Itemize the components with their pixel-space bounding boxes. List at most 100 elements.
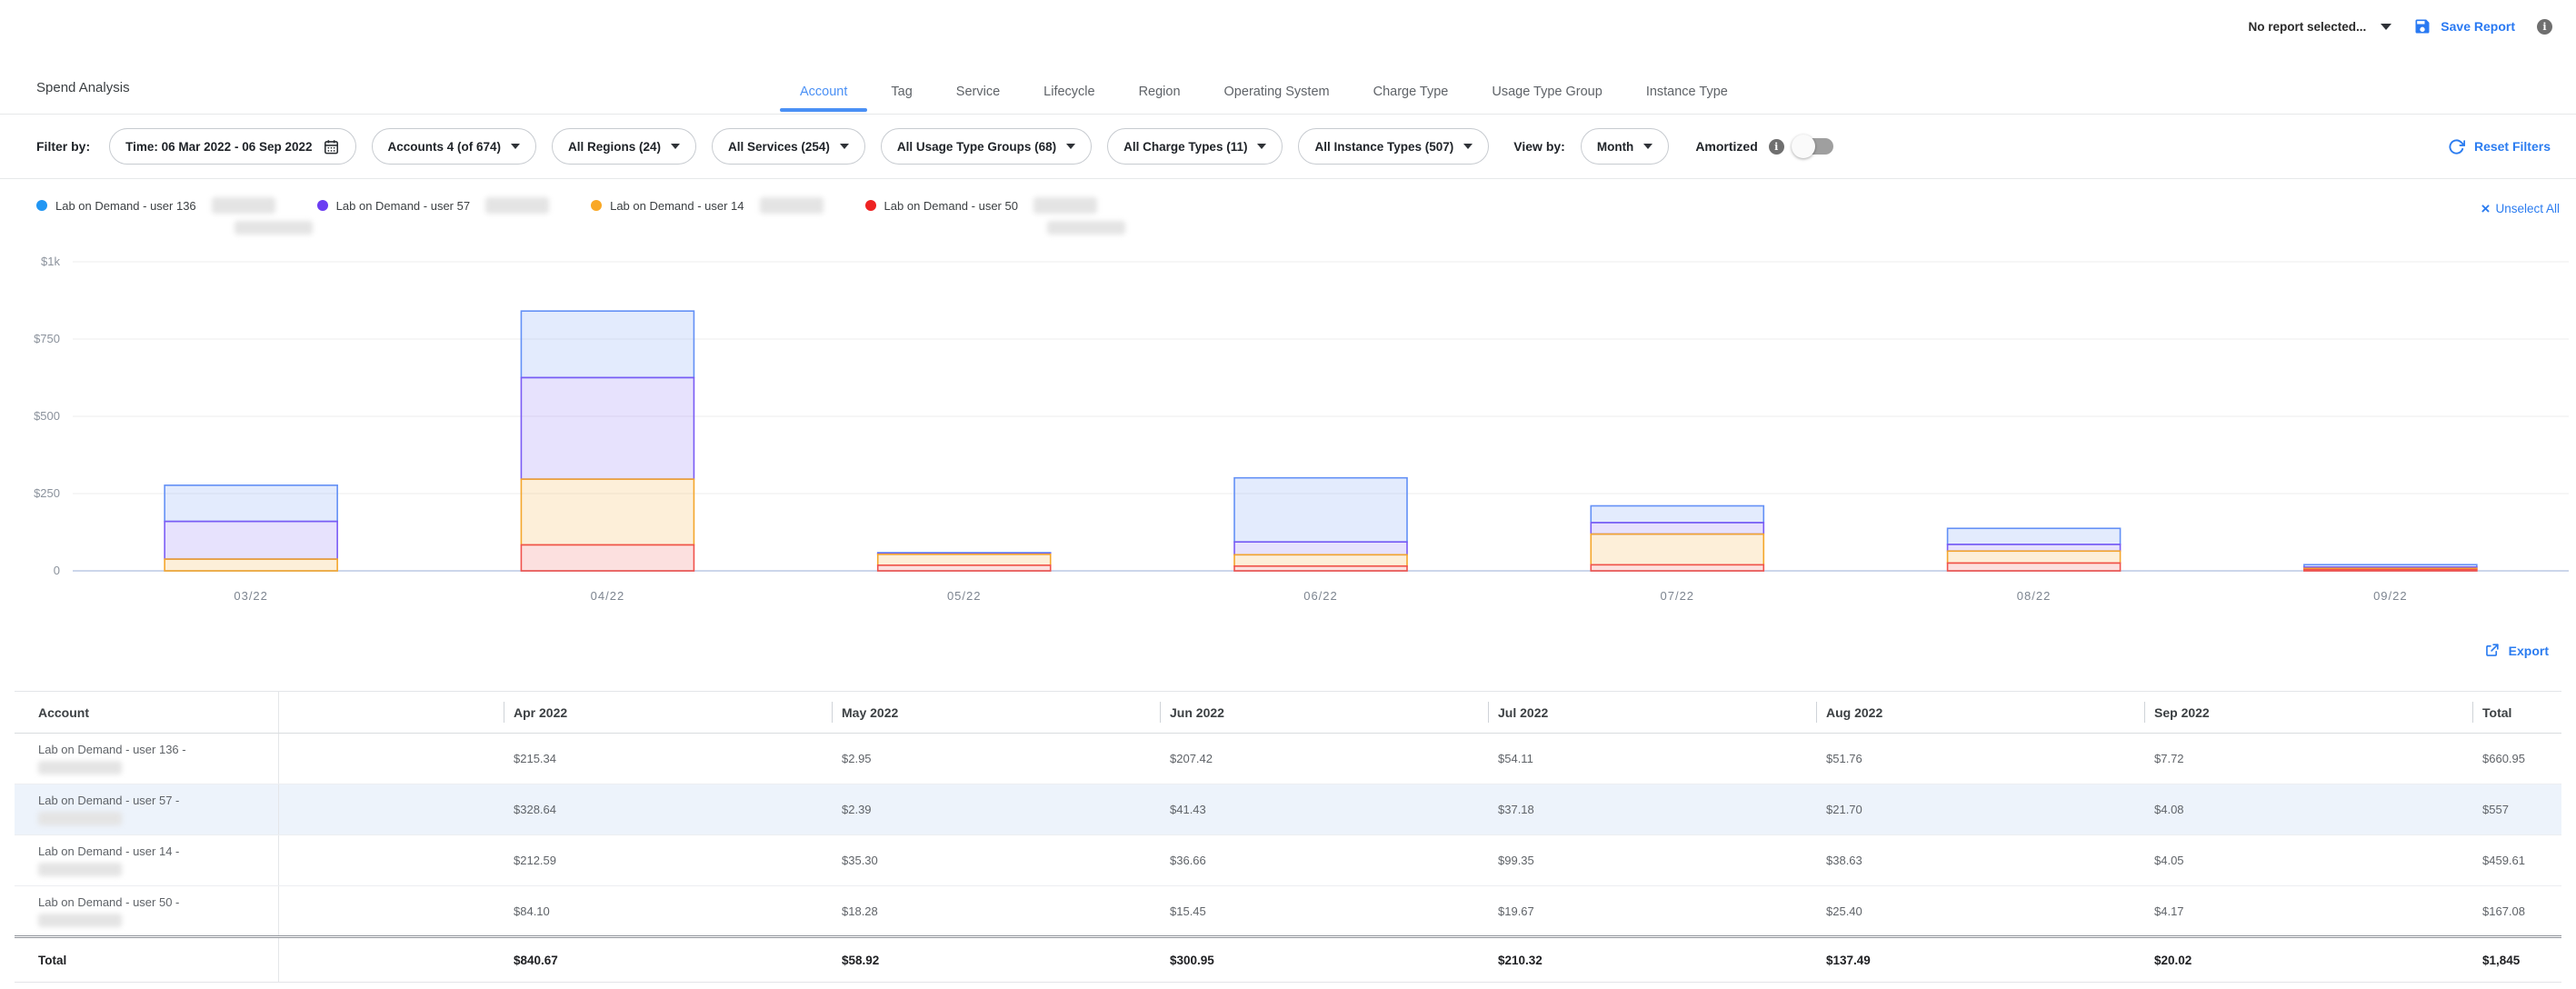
tab-operating-system[interactable]: Operating System [1203,85,1352,114]
header-row: Spend Analysis Account Tag Service Lifec… [0,53,2576,115]
tab-instance-type[interactable]: Instance Type [1624,85,1750,114]
total-value: $210.32 [1488,937,1816,983]
bar-segment[interactable] [1591,505,1763,522]
bar-segment[interactable] [1234,554,1407,565]
column-header-sep[interactable]: Sep 2022 [2144,692,2472,734]
value-cell: $15.45 [1160,886,1488,937]
account-cell: Lab on Demand - user 14 - [15,835,278,886]
column-header-jun[interactable]: Jun 2022 [1160,692,1488,734]
account-cell: Lab on Demand - user 57 - [15,784,278,835]
table-row[interactable]: Lab on Demand - user 50 -$84.10$18.28$15… [15,886,2561,937]
column-header-aug[interactable]: Aug 2022 [1816,692,2144,734]
bar-segment[interactable] [521,377,694,479]
bar-segment[interactable] [878,565,1051,571]
report-selector-dropdown[interactable]: No report selected... [2249,20,2392,34]
legend-item[interactable]: Lab on Demand - user 57 [317,197,549,214]
bar-segment[interactable] [1948,528,2121,544]
regions-filter-pill[interactable]: All Regions (24) [552,128,696,165]
export-button[interactable]: Export [2483,642,2549,659]
account-name: Lab on Demand - user 50 - [38,895,278,910]
value-cell: $36.66 [1160,835,1488,886]
y-tick-label: $500 [34,409,60,423]
redacted-text [1033,197,1097,214]
bar-segment[interactable] [165,559,337,571]
bar-segment[interactable] [1948,551,2121,563]
table-row[interactable]: Lab on Demand - user 136 -$215.34$2.95$2… [15,734,2561,784]
account-name: Lab on Demand - user 57 - [38,794,278,808]
report-selector-label: No report selected... [2249,20,2367,34]
bar-segment[interactable] [521,311,694,377]
tab-tag[interactable]: Tag [869,85,934,114]
table-row[interactable]: Lab on Demand - user 14 -$212.59$35.30$3… [15,835,2561,886]
bar-segment[interactable] [521,479,694,544]
tab-service[interactable]: Service [934,85,1022,114]
bar-segment[interactable] [1234,566,1407,571]
tab-lifecycle[interactable]: Lifecycle [1022,85,1116,114]
tab-charge-type[interactable]: Charge Type [1352,85,1471,114]
unselect-all-button[interactable]: × Unselect All [2481,201,2560,216]
spend-chart: $1k$750$500$250003/2204/2205/2206/2207/2… [0,245,2576,618]
redacted-text [38,863,122,876]
bar-segment[interactable] [521,544,694,571]
column-header-jul[interactable]: Jul 2022 [1488,692,1816,734]
legend-item[interactable]: Lab on Demand - user 50 [865,197,1097,214]
column-header-account[interactable]: Account [15,692,278,734]
export-row: Export [0,627,2576,682]
instance-types-filter-pill[interactable]: All Instance Types (507) [1298,128,1489,165]
amortized-toggle[interactable] [1795,138,1833,155]
x-tick-label: 03/22 [234,589,268,603]
value-cell: $38.63 [1816,835,2144,886]
value-cell: $215.34 [504,734,832,784]
value-cell: $37.18 [1488,784,1816,835]
table-header-row: Account Apr 2022 May 2022 Jun 2022 Jul 2… [15,692,2561,734]
usage-type-groups-filter-pill[interactable]: All Usage Type Groups (68) [881,128,1092,165]
column-spacer [278,734,504,784]
total-value: $137.49 [1816,937,2144,983]
value-cell: $212.59 [504,835,832,886]
info-icon[interactable]: i [1769,139,1784,155]
y-tick-label: $250 [34,486,60,500]
info-icon[interactable]: i [2537,19,2552,35]
chevron-down-icon [1257,144,1266,149]
chevron-down-icon [2381,24,2391,30]
bar-segment[interactable] [1234,478,1407,543]
column-header-total[interactable]: Total [2472,692,2561,734]
bar-segment[interactable] [878,554,1051,565]
value-cell: $4.05 [2144,835,2472,886]
column-header-apr[interactable]: Apr 2022 [504,692,832,734]
save-report-button[interactable]: Save Report [2413,17,2515,35]
export-icon [2483,642,2501,659]
tab-usage-type-group[interactable]: Usage Type Group [1470,85,1623,114]
value-cell: $557 [2472,784,2561,835]
accounts-filter-pill[interactable]: Accounts 4 (of 674) [372,128,537,165]
bar-segment[interactable] [1591,564,1763,571]
legend-item[interactable]: Lab on Demand - user 14 [591,197,823,214]
bar-segment[interactable] [1591,523,1763,534]
bar-segment[interactable] [1948,544,2121,551]
account-name: Lab on Demand - user 136 - [38,743,278,757]
value-cell: $4.17 [2144,886,2472,937]
view-by-period-pill[interactable]: Month [1581,128,1669,165]
time-range-pill[interactable]: Time: 06 Mar 2022 - 06 Sep 2022 [109,128,355,165]
reset-filters-button[interactable]: Reset Filters [2448,138,2551,155]
view-by-label: View by: [1513,139,1565,154]
value-cell: $207.42 [1160,734,1488,784]
services-filter-pill[interactable]: All Services (254) [712,128,865,165]
redacted-text [212,197,275,214]
x-tick-label: 09/22 [2373,589,2408,603]
redacted-text [1047,221,1125,235]
redacted-text [38,914,122,927]
tab-account[interactable]: Account [778,85,869,114]
charge-types-filter-pill[interactable]: All Charge Types (11) [1107,128,1283,165]
legend-item[interactable]: Lab on Demand - user 136 [36,197,275,214]
bar-segment[interactable] [2304,570,2477,571]
table-row[interactable]: Lab on Demand - user 57 -$328.64$2.39$41… [15,784,2561,835]
tab-region[interactable]: Region [1117,85,1203,114]
column-header-may[interactable]: May 2022 [832,692,1160,734]
bar-segment[interactable] [1948,563,2121,571]
bar-segment[interactable] [165,485,337,522]
bar-segment[interactable] [165,522,337,559]
bar-segment[interactable] [1591,534,1763,565]
page-title: Spend Analysis [36,80,130,95]
bar-segment[interactable] [1234,542,1407,554]
